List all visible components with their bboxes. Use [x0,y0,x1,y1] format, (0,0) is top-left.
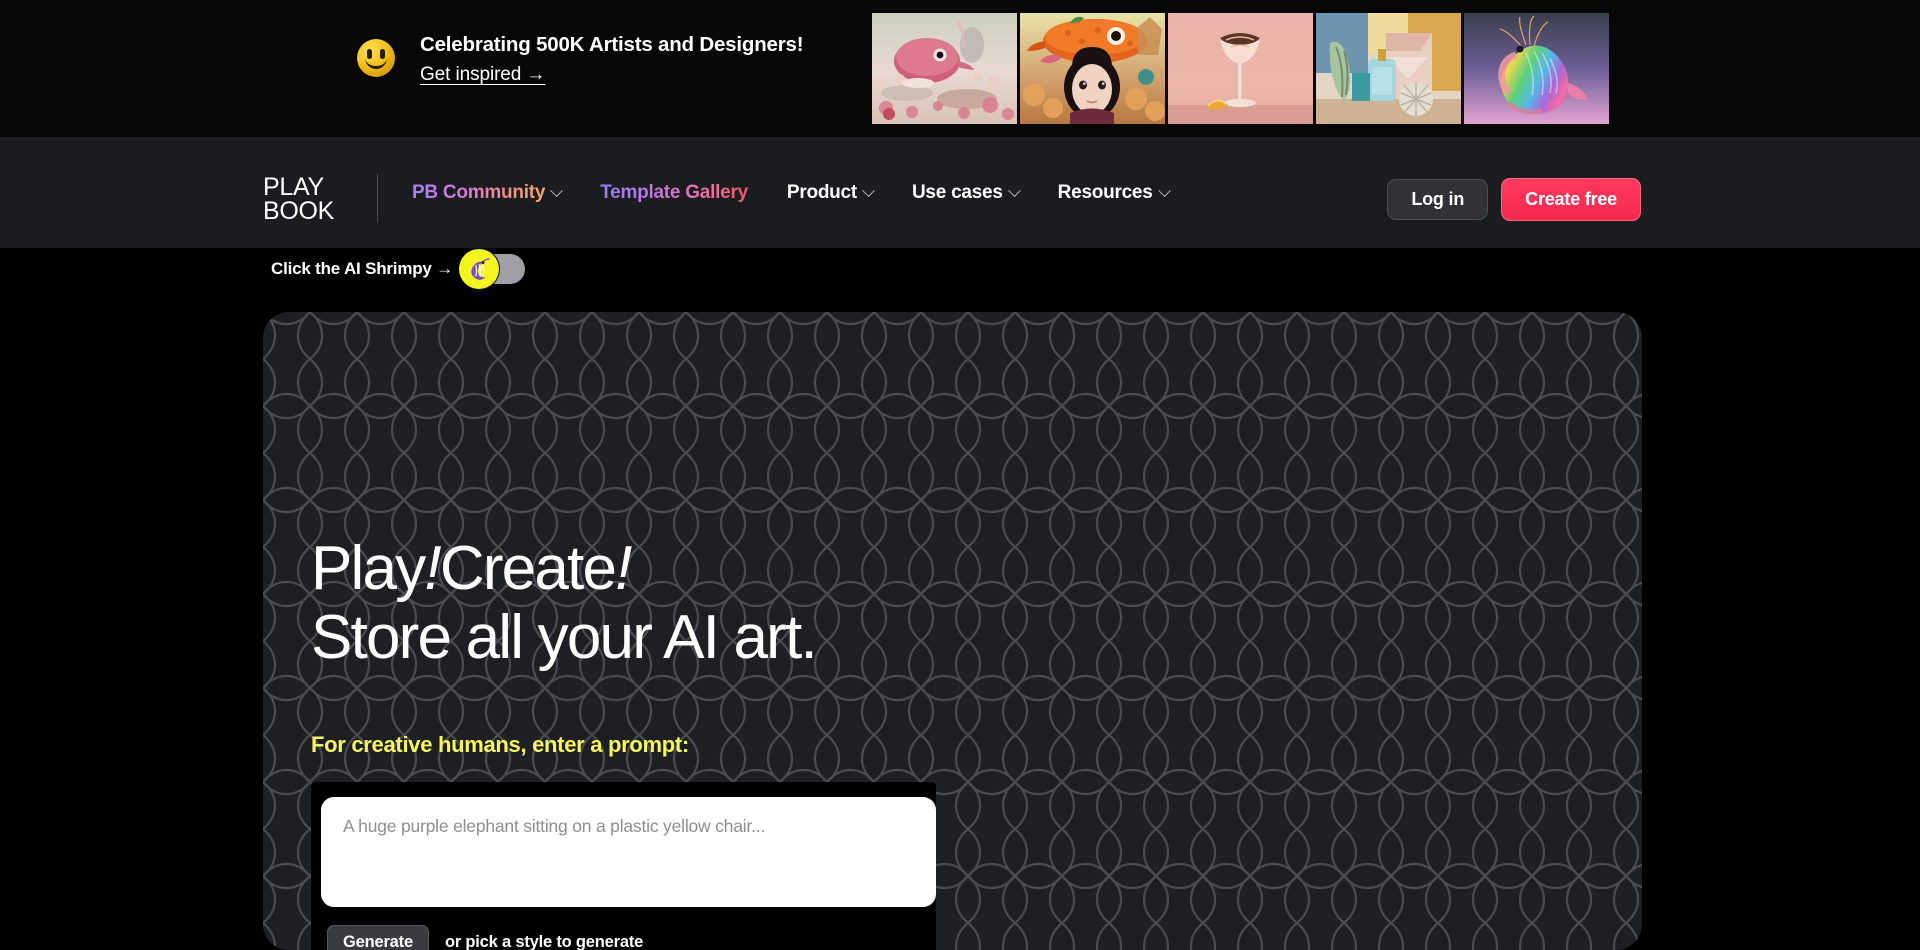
logo-line-2: BOOK [263,196,335,225]
shrimpy-label: Click the AI Shrimpy → [271,259,454,278]
thumbnail-girl-with-orange-fish-artwork[interactable] [1020,13,1165,124]
nav-item-label: PB Community [412,182,546,203]
shrimpy-toggle-row: Click the AI Shrimpy → [271,249,526,289]
thumbnail-pink-balloon-creature-artwork[interactable] [872,13,1017,124]
nav-item-label: Product [786,182,857,203]
hero-subtitle: For creative humans, enter a prompt: [311,732,689,757]
thumbnail-shell-cocktail-glass-artwork[interactable] [1168,13,1313,124]
prompt-input[interactable] [321,797,936,907]
chevron-down-icon [550,183,564,197]
nav-item-label: Resources [1057,182,1153,203]
thumbnail-still-life-bottles-artwork[interactable] [1316,13,1461,124]
generate-button[interactable]: Generate [327,925,429,950]
hero-title-line-2: Store all your AI art. [311,603,818,673]
hero-title: Play!Create! Store all your AI art. [311,534,818,673]
nav-links: PB Community Template Gallery Product Us… [412,182,1171,204]
hero-panel: Play!Create! Store all your AI art. For … [263,312,1642,950]
playbook-logo[interactable]: PLAY BOOK [263,175,335,225]
chevron-down-icon [1157,183,1171,197]
promo-message: Celebrating 500K Artists and Designers! … [357,33,804,86]
smiley-face-icon [357,39,395,77]
hero-title-line-1: Play!Create! [311,534,632,603]
nav-item-template-gallery[interactable]: Template Gallery [600,182,748,204]
thumbnail-rainbow-shrimp-artwork[interactable] [1464,13,1609,124]
prompt-hint: or pick a style to generate [444,933,644,950]
promo-headline: Celebrating 500K Artists and Designers! [420,33,804,56]
promo-thumbnail-strip [872,13,1609,124]
nav-item-resources[interactable]: Resources [1057,182,1171,204]
promo-banner: Celebrating 500K Artists and Designers! … [0,0,1920,137]
get-inspired-link[interactable]: Get inspired → [420,64,545,86]
nav-actions: Log in Create free [1387,178,1641,221]
shrimp-icon[interactable] [459,249,500,289]
chevron-down-icon [1007,183,1021,197]
nav-item-label: Template Gallery [600,182,748,203]
prompt-box: Generate or pick a style to generate [311,782,936,950]
nav-item-product[interactable]: Product [786,182,875,204]
nav-item-pb-community[interactable]: PB Community [412,182,564,204]
prompt-actions: Generate or pick a style to generate [311,912,936,950]
nav-item-label: Use cases [911,182,1003,203]
nav-divider [377,174,378,223]
nav-item-use-cases[interactable]: Use cases [911,182,1021,204]
chevron-down-icon [862,183,875,197]
log-in-button[interactable]: Log in [1387,179,1489,220]
create-free-button[interactable]: Create free [1501,178,1641,221]
ai-shrimpy-toggle[interactable] [459,249,526,289]
